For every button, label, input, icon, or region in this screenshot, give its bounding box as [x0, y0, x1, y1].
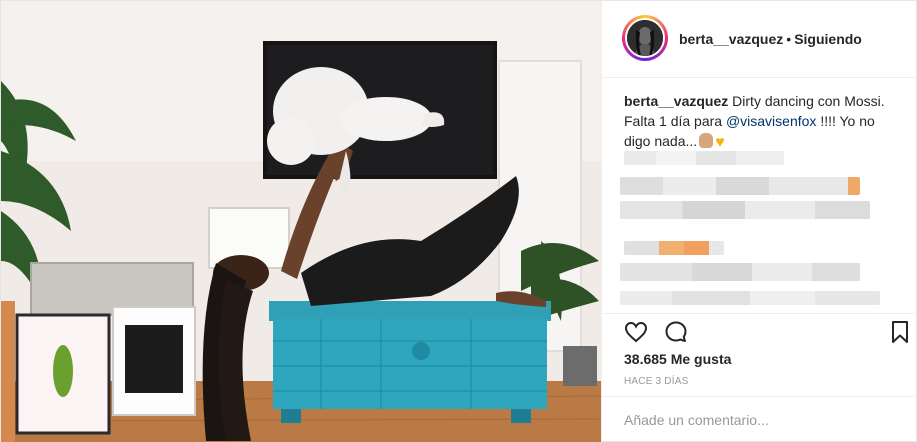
- like-button[interactable]: [622, 318, 650, 346]
- bookmark-icon: [892, 321, 908, 343]
- header-text: berta__vazquez • Siguiendo: [679, 31, 862, 47]
- raised-hand-emoji-icon: [699, 133, 714, 148]
- heart-icon: [624, 321, 648, 343]
- blurred-comment-line: [620, 291, 880, 305]
- save-button[interactable]: [886, 318, 914, 346]
- comment-icon: [665, 321, 687, 342]
- avatar-story-ring[interactable]: [622, 15, 668, 61]
- add-comment-section: [602, 396, 917, 442]
- follow-status-button[interactable]: Siguiendo: [794, 31, 862, 47]
- instagram-post: berta__vazquez • Siguiendo berta__vazquez …: [0, 0, 917, 442]
- caption-mention-link[interactable]: @visavisenfox: [726, 113, 816, 129]
- post-header: berta__vazquez • Siguiendo: [602, 1, 917, 78]
- avatar[interactable]: [625, 18, 665, 58]
- blurred-comment-line: [624, 241, 724, 255]
- post-photo[interactable]: [1, 1, 601, 442]
- post-sidebar: berta__vazquez • Siguiendo berta__vazquez …: [601, 1, 917, 442]
- avatar-image: [627, 20, 663, 56]
- author-username[interactable]: berta__vazquez: [679, 31, 783, 47]
- blurred-comment-line: [620, 263, 860, 281]
- blurred-comment-line: [620, 177, 860, 195]
- post-photo-illustration: [1, 1, 601, 442]
- post-caption: berta__vazquez Dirty dancing con Mossi. …: [624, 91, 904, 153]
- post-timestamp[interactable]: HACE 3 DÍAS: [624, 376, 688, 387]
- blurred-comment-line: [620, 201, 870, 219]
- like-count[interactable]: 38.685 Me gusta: [624, 351, 731, 367]
- separator-dot: •: [786, 31, 792, 47]
- blurred-comment-line: [624, 151, 784, 165]
- comment-button[interactable]: [662, 318, 690, 346]
- comment-input[interactable]: [624, 412, 894, 428]
- caption-username[interactable]: berta__vazquez: [624, 93, 728, 109]
- blurred-comments: [620, 151, 905, 311]
- yellow-heart-emoji-icon: ♥: [715, 134, 725, 151]
